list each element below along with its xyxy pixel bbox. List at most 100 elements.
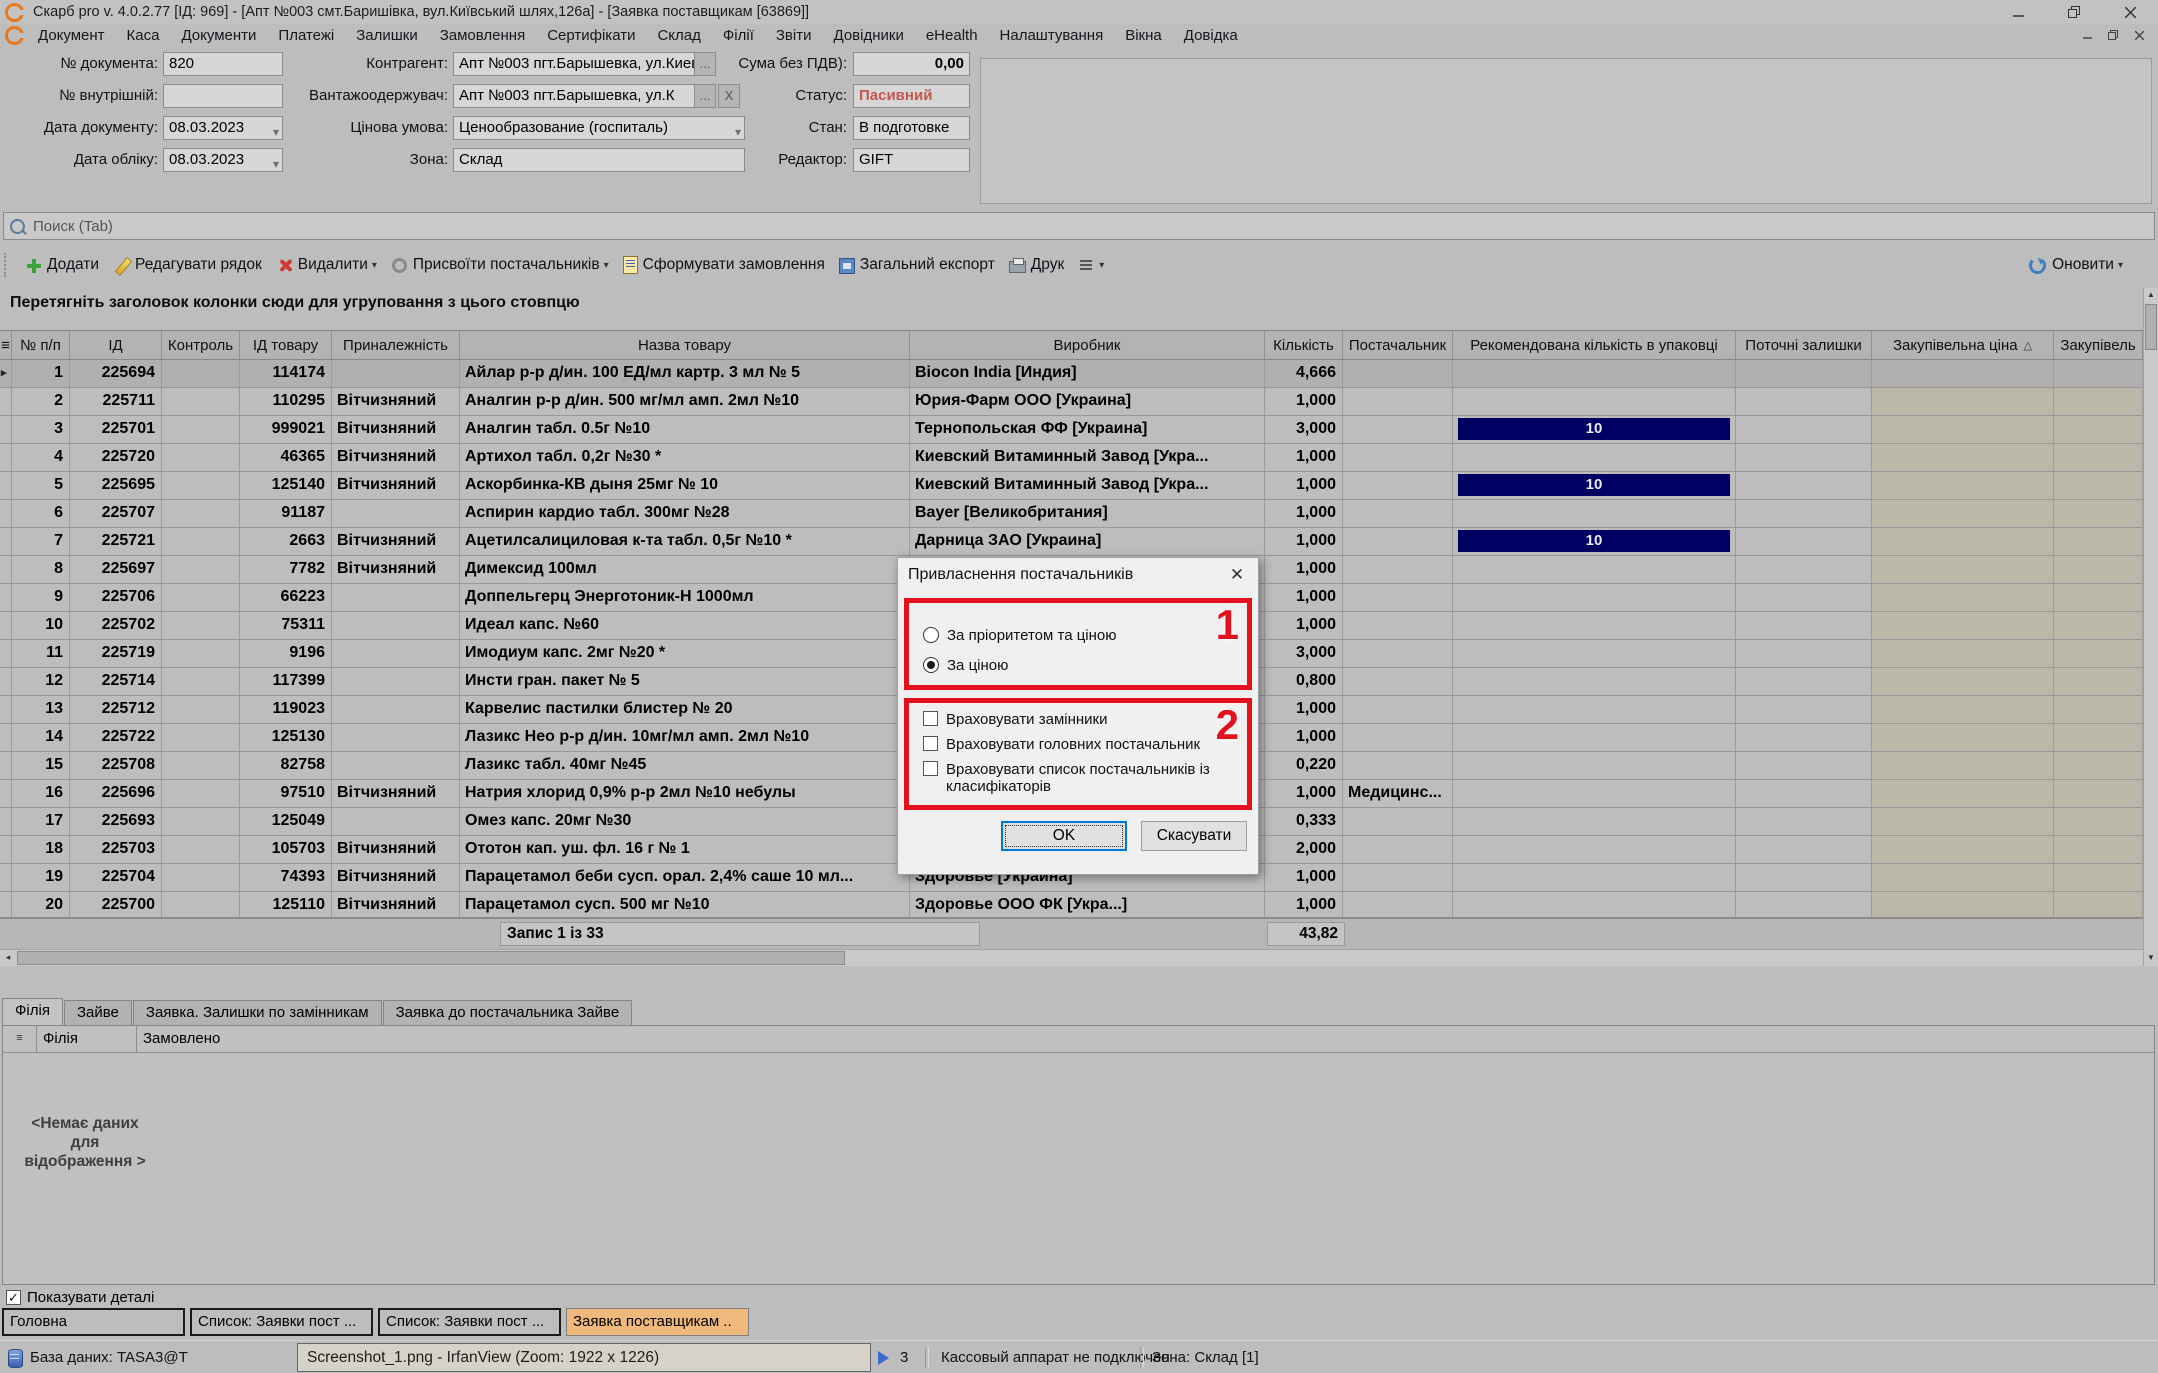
- cell-id[interactable]: 225711: [70, 388, 162, 416]
- cell-supplier[interactable]: [1343, 892, 1453, 917]
- cell-qty[interactable]: 1,000: [1265, 780, 1343, 808]
- cell-id[interactable]: 225696: [70, 780, 162, 808]
- close-icon[interactable]: [2102, 0, 2158, 24]
- cell-name[interactable]: Лазикс табл. 40мг №45: [460, 752, 910, 780]
- ok-button[interactable]: OK: [1001, 821, 1127, 851]
- minimize-icon[interactable]: [1990, 0, 2046, 24]
- cell-gutter[interactable]: [0, 472, 12, 500]
- menu-item[interactable]: Документи: [170, 27, 267, 44]
- account-date-input[interactable]: 08.03.2023▾: [163, 148, 283, 172]
- cell-id[interactable]: 225712: [70, 696, 162, 724]
- cell-price[interactable]: [1872, 584, 2054, 612]
- cell-gutter[interactable]: [0, 612, 12, 640]
- cell-name[interactable]: Инсти гран. пакет № 5: [460, 668, 910, 696]
- cell-gutter[interactable]: [0, 780, 12, 808]
- cell-gutter[interactable]: [0, 892, 12, 917]
- cell-id[interactable]: 225722: [70, 724, 162, 752]
- cell-maker[interactable]: Киевский Витаминный Завод [Укра...: [910, 444, 1265, 472]
- toolbar-grip[interactable]: [4, 253, 10, 277]
- vertical-scroll-thumb[interactable]: [2145, 304, 2157, 350]
- cell-supplier[interactable]: [1343, 640, 1453, 668]
- cell-rec[interactable]: [1453, 444, 1736, 472]
- cell-price2[interactable]: [2054, 864, 2143, 892]
- cell-item_id[interactable]: 125140: [240, 472, 332, 500]
- dialog-close-icon[interactable]: ✕: [1216, 558, 1258, 592]
- cell-id[interactable]: 225714: [70, 668, 162, 696]
- menu-item[interactable]: Вікна: [1114, 27, 1173, 44]
- menu-item[interactable]: Довідка: [1173, 27, 1249, 44]
- cell-qty[interactable]: 2,000: [1265, 836, 1343, 864]
- cell-supplier[interactable]: [1343, 724, 1453, 752]
- cell-rec[interactable]: 10: [1453, 416, 1736, 444]
- cell-id[interactable]: 225695: [70, 472, 162, 500]
- column-header-price2[interactable]: Закупівель: [2054, 331, 2143, 359]
- detail-tab[interactable]: Заявка до постачальника Зайве: [383, 1000, 633, 1025]
- cell-origin[interactable]: [332, 668, 460, 696]
- cell-qty[interactable]: 1,000: [1265, 388, 1343, 416]
- cell-stock[interactable]: [1736, 584, 1872, 612]
- cell-price[interactable]: [1872, 556, 2054, 584]
- cell-price2[interactable]: [2054, 780, 2143, 808]
- cell-gutter[interactable]: [0, 836, 12, 864]
- chevron-down-icon[interactable]: ▾: [273, 121, 279, 140]
- cell-n[interactable]: 17: [12, 808, 70, 836]
- cell-item_id[interactable]: 105703: [240, 836, 332, 864]
- cell-rec[interactable]: [1453, 584, 1736, 612]
- cell-origin[interactable]: Вітчизняний: [332, 864, 460, 892]
- cell-control[interactable]: [162, 640, 240, 668]
- cell-control[interactable]: [162, 780, 240, 808]
- cell-rec[interactable]: [1453, 388, 1736, 416]
- cell-gutter[interactable]: [0, 864, 12, 892]
- cell-stock[interactable]: [1736, 444, 1872, 472]
- menu-item[interactable]: Платежі: [267, 27, 345, 44]
- cell-name[interactable]: Аспирин кардио табл. 300мг №28: [460, 500, 910, 528]
- mdi-restore-icon[interactable]: [2100, 26, 2126, 44]
- cell-id[interactable]: 225701: [70, 416, 162, 444]
- cell-name[interactable]: Парацетамол беби сусп. орал. 2,4% саше 1…: [460, 864, 910, 892]
- table-row[interactable]: ▸1225694114174Айлар р-р д/ин. 100 ЕД/мл …: [0, 360, 2143, 388]
- cell-origin[interactable]: Вітчизняний: [332, 556, 460, 584]
- cell-n[interactable]: 10: [12, 612, 70, 640]
- cell-maker[interactable]: Здоровье ООО ФК [Укра...]: [910, 892, 1265, 917]
- cell-price[interactable]: [1872, 696, 2054, 724]
- chevron-down-icon[interactable]: ▾: [604, 260, 609, 271]
- scroll-down-icon[interactable]: ▼: [2144, 951, 2158, 966]
- cell-id[interactable]: 225720: [70, 444, 162, 472]
- cell-stock[interactable]: [1736, 612, 1872, 640]
- cell-stock[interactable]: [1736, 808, 1872, 836]
- cell-rec[interactable]: [1453, 360, 1736, 388]
- cell-name[interactable]: Идеал капс. №60: [460, 612, 910, 640]
- cell-item_id[interactable]: 125049: [240, 808, 332, 836]
- delete-button[interactable]: Видалити▾: [269, 253, 384, 277]
- menu-item[interactable]: Документ: [27, 27, 116, 44]
- cell-price2[interactable]: [2054, 752, 2143, 780]
- cell-supplier[interactable]: [1343, 808, 1453, 836]
- gear-button[interactable]: Присвоїти постачальників▾: [384, 253, 616, 277]
- table-row[interactable]: 2225711110295ВітчизнянийАналгин р-р д/ин…: [0, 388, 2143, 416]
- cell-n[interactable]: 20: [12, 892, 70, 917]
- cell-rec[interactable]: [1453, 556, 1736, 584]
- mdi-close-icon[interactable]: [2126, 26, 2152, 44]
- cell-name[interactable]: Ацетилсалициловая к-та табл. 0,5г №10 *: [460, 528, 910, 556]
- cell-price2[interactable]: [2054, 640, 2143, 668]
- cell-n[interactable]: 12: [12, 668, 70, 696]
- menu-item[interactable]: Довідники: [823, 27, 915, 44]
- cell-gutter[interactable]: [0, 696, 12, 724]
- detail-tab[interactable]: Філія: [2, 998, 63, 1025]
- cell-maker[interactable]: Дарница ЗАО [Украина]: [910, 528, 1265, 556]
- column-header-stock[interactable]: Поточні залишки: [1736, 331, 1872, 359]
- menu-item[interactable]: Залишки: [345, 27, 429, 44]
- cell-n[interactable]: 13: [12, 696, 70, 724]
- cell-price2[interactable]: [2054, 668, 2143, 696]
- cell-price[interactable]: [1872, 388, 2054, 416]
- cell-n[interactable]: 9: [12, 584, 70, 612]
- cell-price[interactable]: [1872, 808, 2054, 836]
- cell-qty[interactable]: 1,000: [1265, 724, 1343, 752]
- cell-n[interactable]: 16: [12, 780, 70, 808]
- cell-supplier[interactable]: [1343, 864, 1453, 892]
- cell-price[interactable]: [1872, 864, 2054, 892]
- cell-qty[interactable]: 1,000: [1265, 444, 1343, 472]
- cell-price[interactable]: [1872, 724, 2054, 752]
- menu-item[interactable]: Сертифікати: [536, 27, 646, 44]
- cell-price2[interactable]: [2054, 696, 2143, 724]
